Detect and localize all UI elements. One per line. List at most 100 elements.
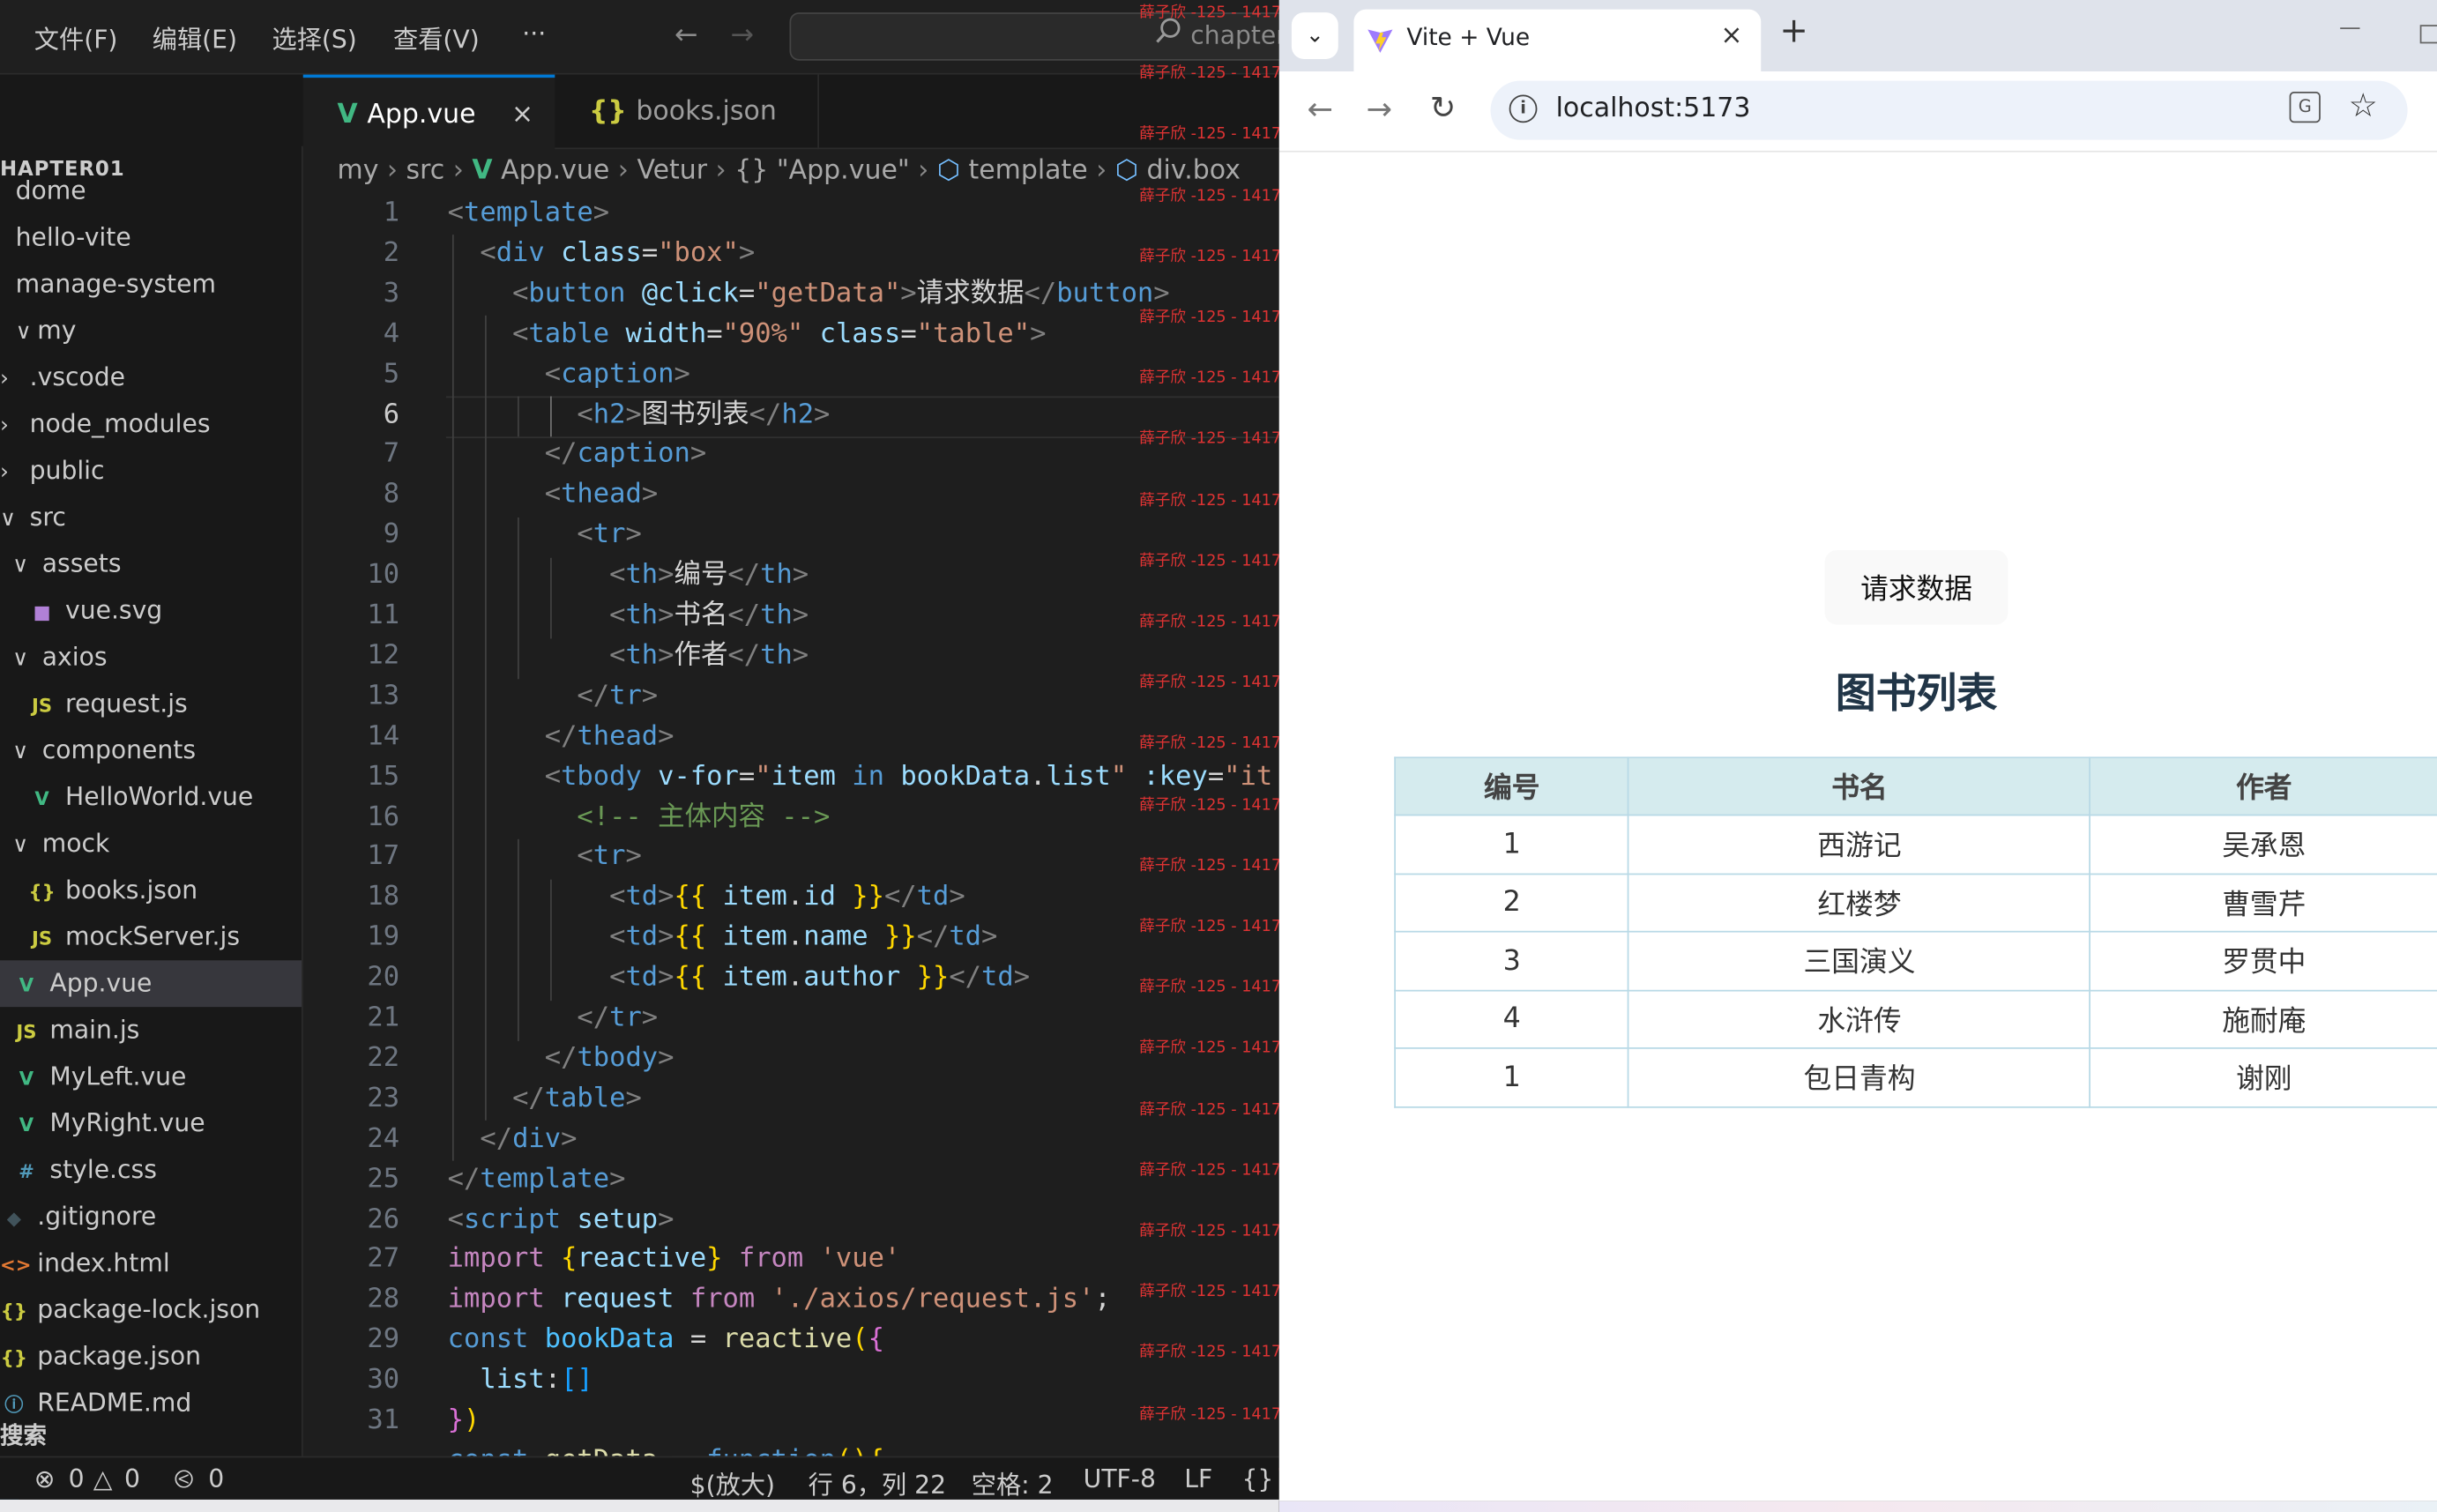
tree-item[interactable]: {} books.json (0, 868, 302, 914)
new-tab-icon[interactable]: + (1779, 12, 1808, 51)
maximize-button[interactable] (2419, 25, 2437, 44)
line-number: 13 (367, 680, 400, 711)
language-status[interactable]: {} (1241, 1464, 1273, 1493)
table-cell: 包日青构 (1628, 1047, 2091, 1107)
tree-item[interactable]: › public (0, 448, 302, 495)
chevron-icon[interactable]: ∨ (12, 729, 34, 776)
breadcrumb-item[interactable]: App.vue (501, 155, 609, 186)
close-tab-icon[interactable]: × (1720, 20, 1742, 51)
tree-item[interactable]: manage-system (0, 261, 302, 308)
menu-edit[interactable]: 编辑(E) (153, 19, 237, 56)
code-line: <tr> (577, 841, 642, 873)
code-line: </div> (480, 1122, 578, 1155)
cursor-position[interactable]: 行 6，列 22 (809, 1464, 946, 1501)
warning-count[interactable]: 0 (124, 1464, 140, 1493)
breadcrumb-item[interactable]: Vetur (637, 155, 707, 186)
code-line: <button @click="getData">请求数据</button> (512, 278, 1170, 309)
minimize-button[interactable]: — (2339, 16, 2361, 41)
reload-icon[interactable]: ↻ (1430, 88, 1457, 125)
tree-item[interactable]: dome (0, 168, 302, 214)
code-line: </tr> (577, 680, 659, 711)
code-editor[interactable]: 1 2 3 4 5 6 7 8 9 10 11 12 13 14 15 16 17 18 19 20 21 22 23 24 2… (303, 194, 1279, 1456)
line-number: 7 (383, 438, 400, 470)
line-number: 31 (367, 1404, 400, 1436)
back-icon[interactable]: ← (1308, 90, 1334, 127)
code-line: </caption> (544, 438, 707, 470)
address-bar[interactable]: i localhost:5173 G ☆ (1490, 80, 2408, 140)
tree-item-label: index.html (37, 1248, 170, 1277)
chevron-icon[interactable]: ∨ (12, 822, 34, 868)
watermark-text: 薛子欣 -125 - 1417 (1139, 979, 1279, 997)
chevron-icon[interactable]: › (0, 356, 22, 403)
tree-item[interactable]: ∨ components (0, 727, 302, 776)
tree-item[interactable]: ■ vue.svg (0, 587, 302, 634)
table-row: 4 水浒传 施耐庵 (1394, 988, 2437, 1049)
tree-item[interactable]: › .vscode (0, 354, 302, 403)
menu-more[interactable]: ··· (522, 19, 546, 48)
breadcrumb-item[interactable]: {} "App.vue" (734, 155, 909, 186)
tree-item-label: mock (41, 828, 110, 858)
tree-item-label: my (37, 315, 77, 346)
zoom-status[interactable]: $(放大) (690, 1464, 775, 1501)
tree-item[interactable]: {} package-lock.json (0, 1286, 302, 1333)
watermark-text: 薛子欣 -125 - 1417 (1139, 857, 1279, 875)
chevron-icon[interactable]: ∨ (0, 495, 22, 542)
error-icon[interactable]: ⊗ (34, 1464, 56, 1493)
forward-arrow-icon[interactable]: → (731, 19, 755, 51)
tree-item[interactable]: ∨ axios (0, 634, 302, 682)
chevron-icon[interactable]: › (0, 403, 22, 450)
tree-item[interactable]: ∨ my (0, 308, 302, 356)
request-data-button[interactable]: 请求数据 (1824, 549, 2008, 625)
menu-file[interactable]: 文件(F) (34, 19, 118, 56)
back-arrow-icon[interactable]: ← (674, 19, 698, 51)
translate-icon[interactable]: G (2289, 91, 2321, 123)
forward-icon[interactable]: → (1367, 90, 1393, 127)
tab-app-vue[interactable]: V App.vue × (302, 74, 555, 153)
error-count[interactable]: 0 (69, 1464, 85, 1493)
bookmark-star-icon[interactable]: ☆ (2349, 87, 2378, 124)
tree-item[interactable]: V HelloWorld.vue (0, 774, 302, 821)
menu-view[interactable]: 查看(V) (393, 19, 480, 56)
breadcrumb-item[interactable]: src (406, 155, 445, 186)
tree-item[interactable]: JS mockServer.js (0, 913, 302, 960)
warning-icon[interactable]: △ (93, 1464, 113, 1493)
breadcrumb-item[interactable]: template (968, 155, 1087, 186)
tree-item[interactable]: V MyRight.vue (0, 1100, 302, 1147)
chevron-icon[interactable]: ∨ (16, 309, 38, 356)
browser-tab[interactable]: Vite + Vue × (1353, 9, 1762, 72)
tree-item[interactable]: V MyLeft.vue (0, 1054, 302, 1100)
indentation-status[interactable]: 空格: 2 (972, 1464, 1054, 1501)
line-number: 9 (383, 519, 400, 551)
tree-item[interactable]: # style.css (0, 1147, 302, 1194)
chevron-icon[interactable]: ∨ (12, 636, 34, 682)
tree-item[interactable]: › node_modules (0, 401, 302, 450)
tree-item[interactable]: {} package.json (0, 1333, 302, 1380)
chevron-icon[interactable]: › (0, 449, 22, 495)
tree-item[interactable]: ◆ .gitignore (0, 1194, 302, 1240)
tree-item[interactable]: JS main.js (0, 1007, 302, 1054)
tree-item[interactable]: JS request.js (0, 681, 302, 727)
ports-icon[interactable]: ⧀ (174, 1464, 194, 1494)
close-icon[interactable]: × (511, 78, 533, 153)
tab-books-json[interactable]: {} books.json (555, 74, 819, 150)
eol-status[interactable]: LF (1184, 1464, 1212, 1493)
tree-item[interactable]: <> index.html (0, 1240, 302, 1287)
table-cell: 谢刚 (2089, 1047, 2437, 1107)
tree-item[interactable]: hello-vite (0, 214, 302, 261)
tree-item[interactable]: ∨ mock (0, 821, 302, 868)
code-line: <div class="box"> (480, 237, 756, 269)
tree-item-label: hello-vite (15, 222, 131, 252)
site-info-icon[interactable]: i (1509, 94, 1538, 123)
tree-item-label: HelloWorld.vue (65, 781, 254, 812)
tree-item[interactable]: ∨ assets (0, 540, 302, 589)
search-section-title[interactable]: 搜索 (0, 1419, 47, 1451)
chevron-icon[interactable]: ∨ (12, 542, 34, 589)
menu-selection[interactable]: 选择(S) (272, 19, 356, 56)
ports-count[interactable]: 0 (208, 1464, 224, 1493)
tree-item[interactable]: V App.vue (0, 960, 302, 1008)
code-line: <td>{{ item.id }}</td> (609, 881, 965, 913)
breadcrumb-item[interactable]: my (338, 155, 379, 186)
tree-item[interactable]: ∨ src (0, 495, 302, 542)
tab-search-icon[interactable]: ⌄ (1291, 12, 1338, 59)
encoding-status[interactable]: UTF-8 (1084, 1464, 1156, 1493)
